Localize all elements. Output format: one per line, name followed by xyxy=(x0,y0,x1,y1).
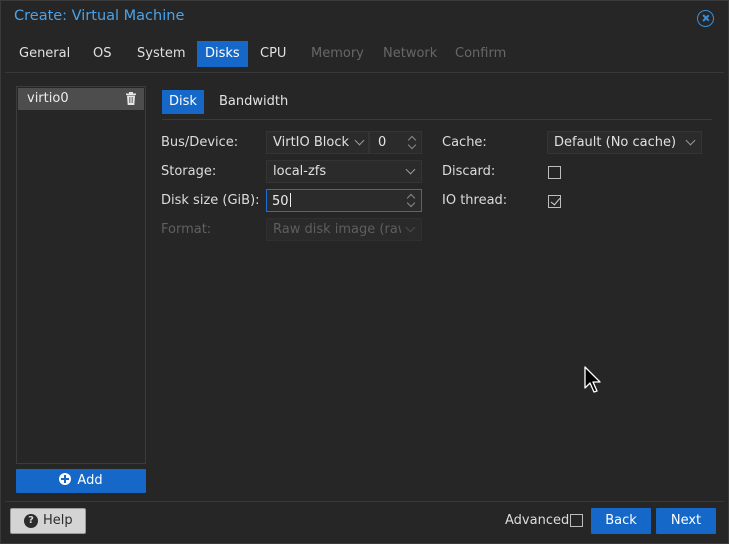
disk-list: virtio0 xyxy=(16,86,146,464)
chevron-down-icon xyxy=(405,164,416,175)
help-button-label: Help xyxy=(43,513,73,528)
trash-icon[interactable] xyxy=(126,92,136,105)
advanced-label: Advanced xyxy=(505,513,570,528)
back-button[interactable]: Back xyxy=(591,508,651,534)
chevron-down-icon xyxy=(405,222,416,233)
dialog-footer: ? Help Advanced Back Next xyxy=(1,503,728,543)
chevron-down-icon xyxy=(354,135,365,146)
next-button[interactable]: Next xyxy=(656,508,716,534)
storage-label: Storage: xyxy=(161,164,217,179)
disk-subtabs: Disk Bandwidth xyxy=(162,90,712,120)
io-thread-checkbox[interactable] xyxy=(548,195,561,208)
spinner-arrows-icon[interactable] xyxy=(407,134,417,152)
subtab-bandwidth[interactable]: Bandwidth xyxy=(212,90,295,114)
format-label: Format: xyxy=(161,222,212,237)
plus-circle-icon xyxy=(59,473,72,485)
tab-memory: Memory xyxy=(311,46,364,61)
spinner-arrows-icon[interactable] xyxy=(406,192,416,210)
device-number-spinner[interactable]: 0 xyxy=(369,131,422,154)
bus-select[interactable]: VirtIO Block xyxy=(266,131,369,154)
storage-select-value: local-zfs xyxy=(273,164,327,179)
close-icon[interactable] xyxy=(697,10,714,27)
device-number-value: 0 xyxy=(378,135,387,150)
add-disk-button[interactable]: Add xyxy=(16,469,146,493)
format-select: Raw disk image (raw xyxy=(266,218,422,241)
tab-network: Network xyxy=(383,46,438,61)
add-button-label: Add xyxy=(77,473,103,488)
disk-size-input[interactable]: 50 xyxy=(266,189,422,212)
question-circle-icon: ? xyxy=(24,514,38,528)
tab-confirm: Confirm xyxy=(455,46,507,61)
wizard-content: virtio0 Add Disk Bandwidth Bus/Device: S… xyxy=(5,72,724,502)
discard-label: Discard: xyxy=(442,164,496,179)
tab-cpu[interactable]: CPU xyxy=(252,41,294,67)
tab-general[interactable]: General xyxy=(11,41,78,67)
cache-label: Cache: xyxy=(442,135,487,150)
tab-disks[interactable]: Disks xyxy=(197,41,248,67)
disk-list-item[interactable]: virtio0 xyxy=(18,88,144,110)
discard-checkbox[interactable] xyxy=(548,166,561,179)
disk-size-label: Disk size (GiB): xyxy=(161,193,260,208)
cache-select-value: Default (No cache) xyxy=(554,135,677,150)
tab-system[interactable]: System xyxy=(129,41,193,67)
subtab-disk[interactable]: Disk xyxy=(162,90,204,114)
disk-item-label: virtio0 xyxy=(27,91,69,106)
dialog-title: Create: Virtual Machine xyxy=(14,8,185,24)
format-select-value: Raw disk image (raw xyxy=(273,222,401,237)
cache-select[interactable]: Default (No cache) xyxy=(547,131,702,154)
disk-size-value: 50 xyxy=(272,193,291,209)
mouse-pointer-icon xyxy=(584,366,601,393)
tab-os[interactable]: OS xyxy=(85,41,119,67)
titlebar: Create: Virtual Machine xyxy=(1,1,728,35)
io-thread-label: IO thread: xyxy=(442,193,508,208)
chevron-down-icon xyxy=(685,135,696,146)
bus-device-label: Bus/Device: xyxy=(161,135,239,150)
create-vm-dialog: Create: Virtual Machine General OS Syste… xyxy=(0,0,729,544)
bus-select-value: VirtIO Block xyxy=(273,135,350,150)
advanced-checkbox[interactable] xyxy=(570,514,583,527)
storage-select[interactable]: local-zfs xyxy=(266,160,422,183)
help-button[interactable]: ? Help xyxy=(10,508,86,534)
